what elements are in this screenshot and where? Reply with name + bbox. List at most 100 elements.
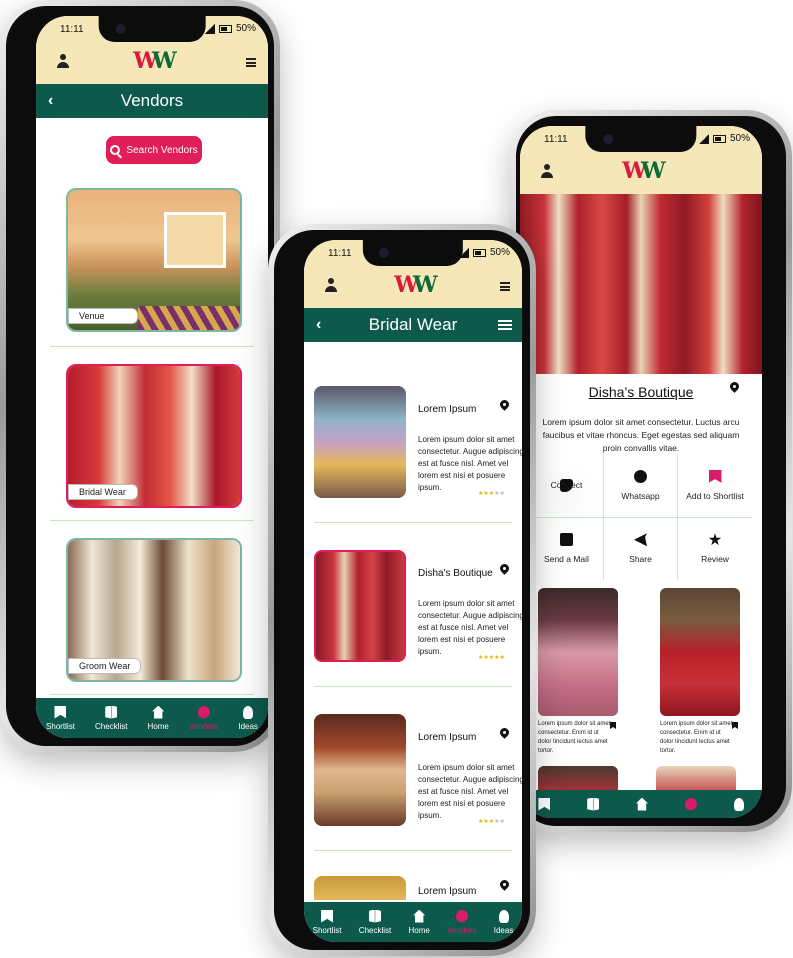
back-icon[interactable]: ‹ [48,84,53,118]
nav-home[interactable]: Home [409,909,430,935]
bulb-icon [733,797,744,811]
review-button[interactable]: Review [678,518,752,581]
back-icon[interactable]: ‹ [316,308,321,342]
vendor-card-partial[interactable]: Lorem Ipsum [312,870,514,900]
share-button[interactable]: Share [604,517,678,580]
nav-vendors[interactable]: Vendors [447,909,476,935]
gallery-photo [660,588,740,716]
gallery-item[interactable]: Lorem ipsum dolor sit amet consectetur. … [660,588,752,764]
connect-button[interactable]: Connect [530,454,604,518]
vendor-card[interactable]: Disha's Boutique Lorem ipsum dolor sit a… [312,544,522,672]
category-card-bridal-wear[interactable]: Bridal Wear [66,364,242,508]
people-icon [197,705,210,719]
category-label: Venue [68,308,138,324]
people-icon [684,797,697,811]
divider [50,346,254,347]
phone-bridal-wear: 11:11 50% WW ‹ Bridal Wear Lorem Ipsum L… [268,224,536,956]
divider [50,694,254,695]
signal-icon [204,23,215,34]
nav-ideas[interactable] [733,797,744,811]
nav-shortlist[interactable]: Shortlist [46,705,75,731]
send-mail-button[interactable]: Send a Mail [530,517,604,580]
gallery-caption: Lorem ipsum dolor sit amet consectetur. … [538,721,611,754]
location-pin-icon[interactable] [499,728,510,741]
search-vendors-label: Search Vendors [126,144,198,156]
nav-home[interactable] [635,797,648,811]
vendor-photo [314,876,406,900]
brand-logo[interactable]: WW [133,48,176,74]
bookmark-icon [321,909,334,923]
menu-icon[interactable] [246,58,256,67]
nav-vendors[interactable]: Vendors [189,705,218,731]
brand-logo[interactable]: WW [394,272,437,298]
vendor-card[interactable]: Lorem Ipsum Lorem ipsum dolor sit amet c… [312,380,522,508]
vendor-card[interactable]: Lorem Ipsum Lorem ipsum dolor sit amet c… [312,708,522,836]
vendor-photo [314,386,406,498]
status-right: 50% [204,23,256,34]
vendor-name: Disha's Boutique [418,568,493,579]
location-pin-icon[interactable] [499,564,510,577]
bottom-nav: Shortlist Checklist Home Vendors Ideas [304,902,522,942]
vendor-photo [314,714,406,826]
vendor-description: Lorem ipsum dolor sit amet consectetur. … [418,599,522,656]
notch [362,240,464,266]
profile-icon[interactable] [56,54,70,70]
filter-icon[interactable] [498,318,512,332]
nav-ideas[interactable]: Ideas [494,909,513,935]
app-header: WW [520,152,762,194]
location-pin-icon[interactable] [729,382,740,395]
menu-icon[interactable] [500,282,510,291]
phone-vendors: 11:11 50% WW ‹ Vendors Search Vendors Ve… [0,0,280,752]
phone-screen: 11:11 50% WW ‹ Vendors Search Vendors Ve… [36,16,268,738]
whatsapp-button[interactable]: Whatsapp [604,454,678,518]
battery-icon [472,248,486,257]
brand-logo[interactable]: WW [622,158,665,184]
boutique-title: Disha’s Boutique [588,384,694,400]
mail-icon [560,533,573,547]
bottom-nav: Shortlist Checklist Home Vendors Ideas [36,698,268,738]
battery-icon [712,134,726,143]
divider [50,520,254,521]
nav-checklist[interactable]: Checklist [359,909,391,935]
gallery-caption: Lorem ipsum dolor sit amet consectetur. … [660,721,733,754]
profile-icon[interactable] [540,164,554,180]
category-card-groom-wear[interactable]: Groom Wear [66,538,242,682]
people-icon [455,909,468,923]
home-icon [635,797,648,811]
gallery-item[interactable]: Lorem ipsum dolor sit amet consectetur. … [538,588,630,764]
status-right: 50% [458,247,510,258]
nav-vendors[interactable] [684,797,697,811]
search-vendors-button[interactable]: Search Vendors [106,136,202,164]
nav-shortlist[interactable] [538,797,551,811]
nav-checklist[interactable]: Checklist [95,705,127,731]
profile-icon[interactable] [324,278,338,294]
star-icon [708,533,722,546]
notch [585,126,697,152]
status-time: 11:11 [328,248,352,259]
location-pin-icon[interactable] [499,400,510,413]
page-title: Bridal Wear [368,315,458,334]
nav-checklist[interactable] [587,797,600,811]
phone-screen: 11:11 50% WW Disha’s Boutique Lorem ipsu… [520,126,762,818]
home-icon [152,705,165,719]
action-grid: Connect Whatsapp Add to Shortlist Send a… [530,454,752,580]
boutique-hero-photo [520,194,762,374]
book-icon [587,797,600,811]
bottom-nav [520,790,762,818]
nav-home[interactable]: Home [148,705,169,731]
status-time: 11:11 [544,134,568,145]
bookmark-icon[interactable] [610,722,616,729]
search-icon [110,145,121,155]
rating-stars: ★★★★★ [478,819,505,825]
nav-shortlist[interactable]: Shortlist [313,909,342,935]
vendor-description: Lorem ipsum dolor sit amet consectetur. … [418,435,522,492]
add-to-shortlist-button[interactable]: Add to Shortlist [678,454,752,518]
divider [314,850,512,851]
category-label: Groom Wear [68,658,142,674]
battery-icon [218,24,232,33]
divider [314,686,512,687]
location-pin-icon[interactable] [499,880,510,893]
category-card-venue[interactable]: Venue [66,188,242,332]
bookmark-icon[interactable] [732,722,738,729]
nav-ideas[interactable]: Ideas [238,705,258,731]
